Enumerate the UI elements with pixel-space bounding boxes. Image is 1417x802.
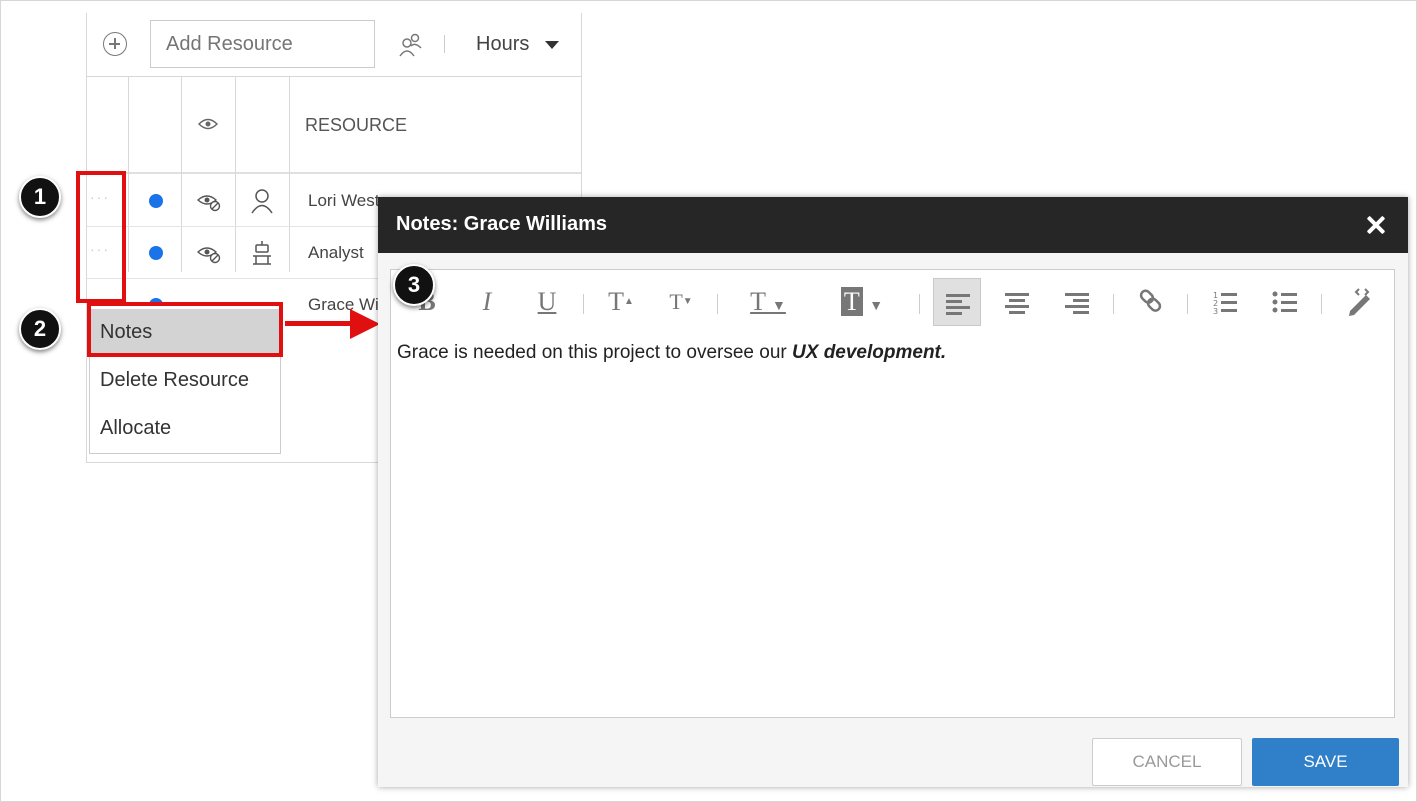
notes-text: Grace is needed on this project to overs… — [397, 342, 793, 363]
callout-badge-1: 1 — [19, 176, 61, 218]
toolbar-divider — [444, 35, 445, 53]
underline-icon[interactable]: U — [523, 278, 571, 326]
menu-item-allocate[interactable]: Allocate — [90, 405, 280, 453]
chevron-down-icon[interactable] — [545, 41, 559, 49]
status-dot — [149, 246, 163, 260]
close-icon[interactable] — [1365, 214, 1387, 236]
status-dot — [149, 194, 163, 208]
highlight-color-icon[interactable]: T ▼ — [827, 278, 897, 326]
people-icon[interactable] — [397, 32, 423, 58]
arrow-head — [350, 309, 380, 339]
eye-off-icon[interactable] — [197, 192, 221, 212]
highlight-row-handle — [76, 171, 126, 303]
dialog-header: Notes: Grace Williams — [378, 197, 1408, 253]
resource-name[interactable]: Analyst — [308, 243, 364, 263]
notes-dialog: Notes: Grace Williams B I U T▲ T▼ T ▼ T … — [378, 197, 1408, 787]
eye-icon[interactable] — [198, 117, 218, 131]
italic-icon[interactable]: I — [463, 278, 511, 326]
highlight-notes-item — [87, 302, 283, 357]
toolbar-divider — [919, 294, 920, 314]
callout-arrow — [285, 321, 355, 326]
toolbar-divider — [717, 294, 718, 314]
table-header: RESOURCE — [87, 77, 581, 174]
link-icon[interactable] — [1127, 278, 1175, 326]
resource-name[interactable]: Lori West — [308, 191, 380, 211]
cancel-button[interactable]: CANCEL — [1092, 738, 1242, 786]
toolbar-divider — [1113, 294, 1114, 314]
dialog-footer: CANCEL SAVE — [378, 728, 1408, 787]
align-left-icon[interactable] — [933, 278, 981, 326]
toolbar-divider — [583, 294, 584, 314]
numbered-list-icon[interactable]: 1 2 3 — [1201, 278, 1249, 326]
align-right-icon[interactable] — [1053, 278, 1101, 326]
source-edit-icon[interactable] — [1335, 278, 1383, 326]
add-circle-icon[interactable] — [103, 32, 127, 56]
toolbar-divider — [1187, 294, 1188, 314]
callout-badge-3: 3 — [393, 264, 435, 306]
menu-item-delete-resource[interactable]: Delete Resource — [90, 357, 280, 405]
eye-off-icon[interactable] — [197, 244, 221, 264]
toolbar-divider — [1321, 294, 1322, 314]
save-button[interactable]: SAVE — [1252, 738, 1399, 786]
resource-toolbar: Hours — [87, 13, 581, 77]
callout-badge-2: 2 — [19, 308, 61, 350]
notes-editor[interactable]: B I U T▲ T▼ T ▼ T ▼ 1 2 3 Grace is neede… — [390, 269, 1395, 718]
hours-select[interactable]: Hours — [476, 33, 529, 56]
bullet-list-icon[interactable] — [1261, 278, 1309, 326]
notes-bold-text: UX development. — [792, 342, 947, 363]
dialog-title: Notes: Grace Williams — [396, 213, 608, 235]
subscript-icon[interactable]: T▼ — [657, 278, 705, 326]
person-icon — [251, 189, 273, 214]
align-center-icon[interactable] — [993, 278, 1041, 326]
add-resource-input[interactable] — [150, 20, 375, 68]
role-icon — [253, 241, 271, 265]
notes-content[interactable]: Grace is needed on this project to overs… — [397, 342, 946, 364]
resource-column-header[interactable]: RESOURCE — [305, 115, 407, 136]
text-color-icon[interactable]: T ▼ — [733, 278, 803, 326]
superscript-icon[interactable]: T▲ — [597, 278, 645, 326]
svg-text:3: 3 — [1213, 307, 1218, 316]
